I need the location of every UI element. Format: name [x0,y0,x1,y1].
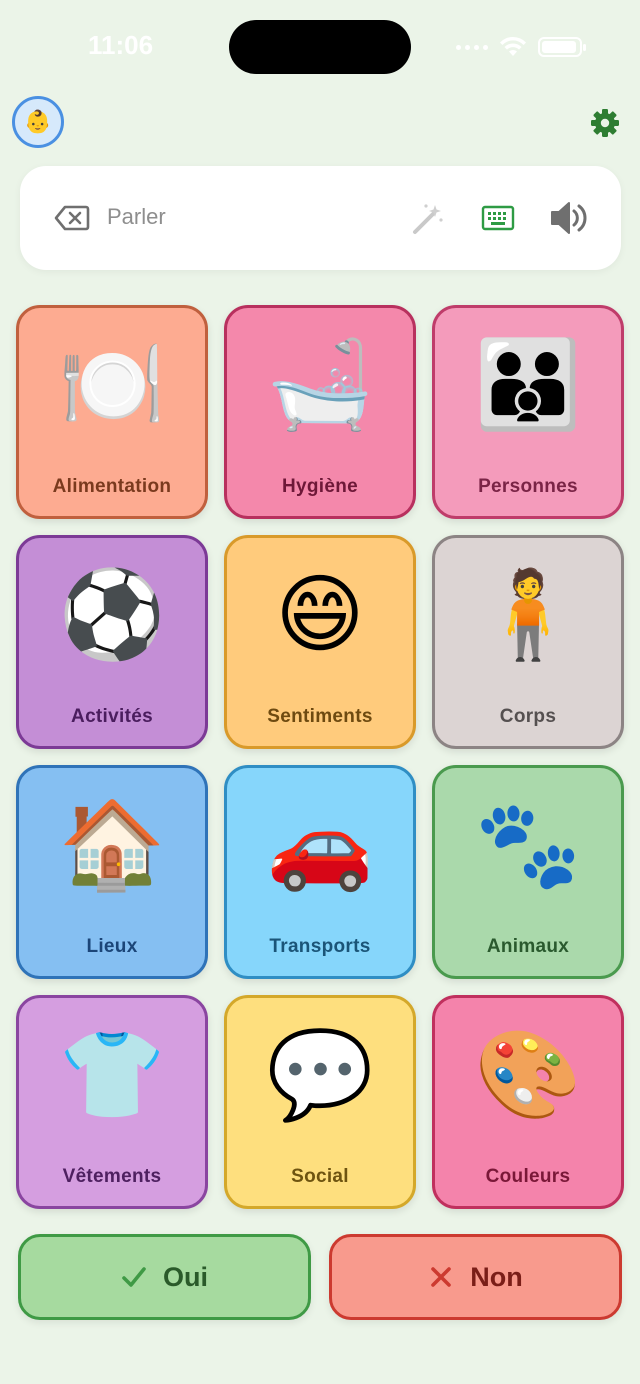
category-emoji: 🏠 [58,795,166,895]
category-emoji: 💬 [266,1025,374,1125]
wifi-icon [500,36,526,56]
category-label: Alimentation [52,476,172,497]
category-label: Couleurs [485,1166,571,1187]
category-label: Corps [499,706,557,727]
speak-bar: Parler [20,166,621,270]
category-emoji: 🐾 [474,795,582,895]
profile-avatar[interactable]: 👶 [12,96,64,148]
status-indicators [456,36,586,58]
category-emoji: 😄 [275,565,365,665]
category-tile-8[interactable]: 🚗 Transports [224,765,416,979]
yes-label: Oui [163,1261,208,1292]
category-label: Animaux [486,936,570,957]
category-tile-11[interactable]: 💬 Social [224,995,416,1209]
category-emoji: 🛁 [266,335,374,435]
category-tile-9[interactable]: 🐾 Animaux [432,765,624,979]
checkmark-icon [122,1267,146,1287]
category-tile-3[interactable]: 👪 Personnes [432,305,624,519]
no-button[interactable]: Non [329,1234,622,1320]
category-tile-4[interactable]: ⚽ Activités [16,535,208,749]
backspace-icon[interactable] [54,204,90,232]
category-label: Vêtements [62,1166,162,1187]
category-emoji: ⚽ [58,565,166,665]
category-tile-2[interactable]: 🛁 Hygiène [224,305,416,519]
category-tile-7[interactable]: 🏠 Lieux [16,765,208,979]
category-label: Lieux [86,936,138,957]
category-emoji: 🧍 [474,565,582,665]
app-screen: 11:06 👶 Parler 🍽️ Alimentation 🛁 Hygiène… [0,0,640,1384]
keyboard-icon[interactable] [481,204,515,232]
category-emoji: 🎨 [474,1025,582,1125]
category-emoji: 👕 [58,1025,166,1125]
status-time: 11:06 [88,30,154,60]
category-label: Activités [71,706,153,727]
category-label: Personnes [478,476,578,497]
speaker-icon[interactable] [549,200,589,236]
category-tile-6[interactable]: 🧍 Corps [432,535,624,749]
dynamic-island [229,20,411,74]
gear-icon[interactable] [590,108,620,138]
yes-button[interactable]: Oui [18,1234,311,1320]
category-tile-12[interactable]: 🎨 Couleurs [432,995,624,1209]
no-label: Non [470,1261,523,1292]
category-tile-5[interactable]: 😄 Sentiments [224,535,416,749]
cellular-signal-icon [456,44,488,50]
category-emoji: 🚗 [266,795,374,895]
category-tile-1[interactable]: 🍽️ Alimentation [16,305,208,519]
category-label: Transports [269,936,371,957]
category-label: Social [291,1166,349,1187]
category-label: Sentiments [267,706,373,727]
category-label: Hygiène [281,476,358,497]
x-icon [431,1267,452,1287]
magic-wand-icon[interactable] [411,202,445,236]
battery-icon [538,37,586,57]
category-tile-10[interactable]: 👕 Vêtements [16,995,208,1209]
category-emoji: 🍽️ [58,335,166,435]
speak-placeholder[interactable]: Parler [107,204,166,230]
category-emoji: 👪 [474,335,582,435]
